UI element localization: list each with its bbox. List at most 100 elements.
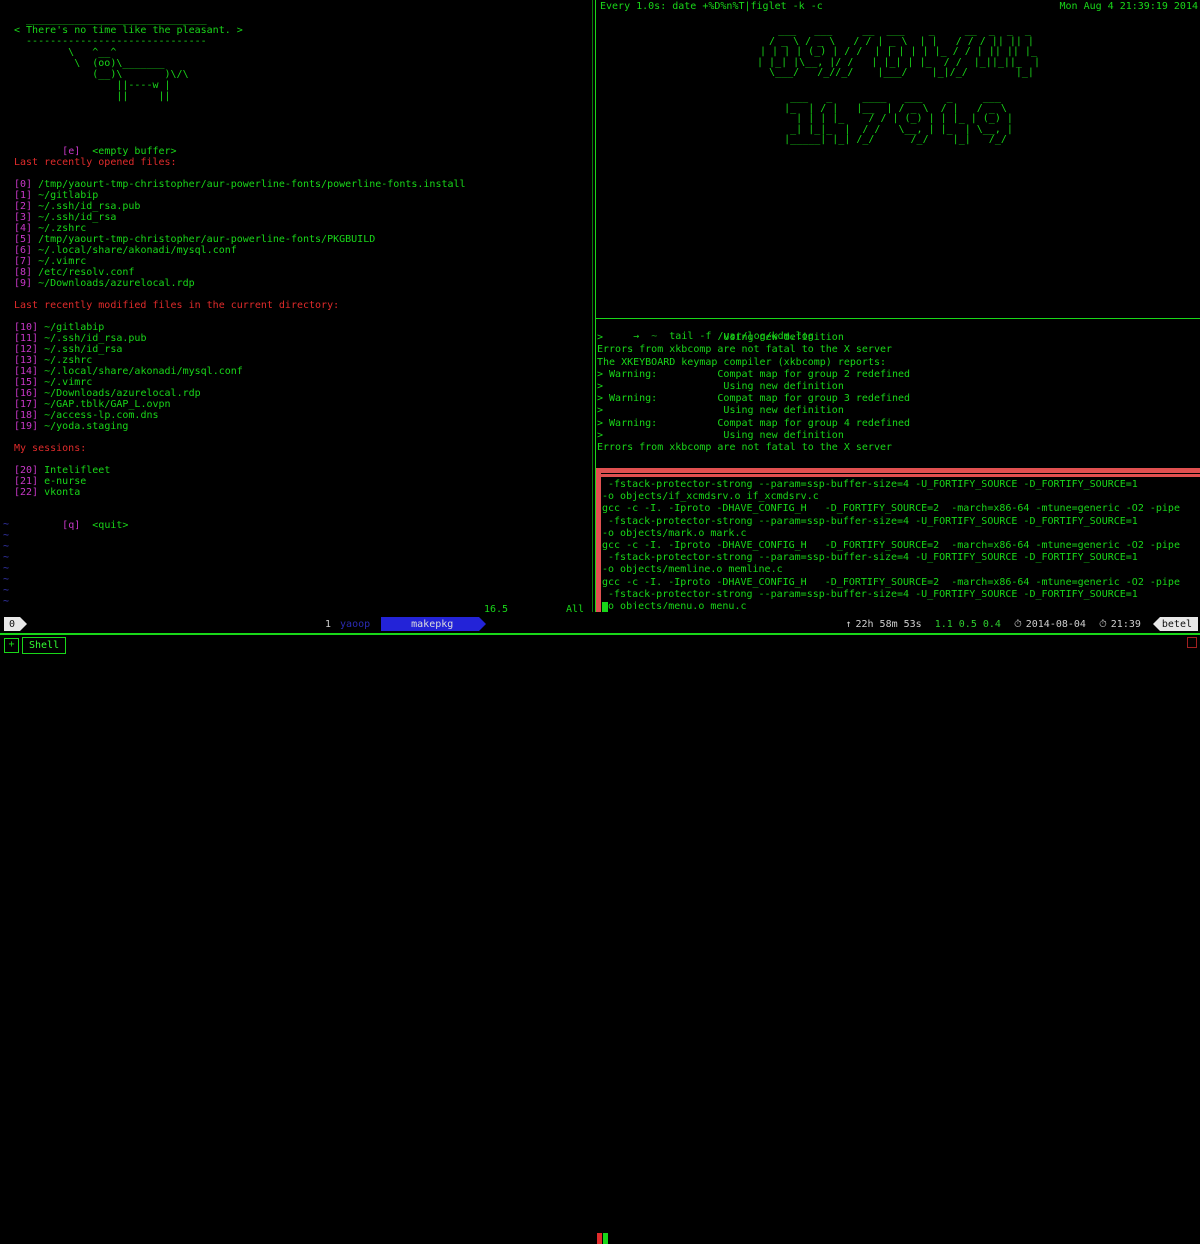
list-item[interactable]: [14] ~/.local/share/akonadi/mysql.conf [14,366,466,377]
startify-entry-quit[interactable]: [q] <quit> [14,509,466,531]
vim-startify-pane[interactable]: ______________________________ < There's… [0,0,590,612]
startify-index: [6] [14,245,33,256]
list-item[interactable]: [7] ~/.vimrc [14,256,466,267]
list-item[interactable]: [8] /etc/resolv.conf [14,267,466,278]
startify-label: <empty buffer> [92,146,177,157]
list-item[interactable]: [19] ~/yoda.staging [14,421,466,432]
tmux-pane-flags [597,1233,608,1244]
startify-path: ~/gitlabip [44,322,105,333]
cowsay-line-3: \ ^__^ [14,47,117,58]
cowsay-line-2: ------------------------------ [14,36,207,47]
startify-index: [14] [14,366,39,377]
cowsay-line-6: ||----w | [14,80,171,91]
list-item[interactable]: [20] Intelifleet [14,465,466,476]
list-item[interactable]: [9] ~/Downloads/azurelocal.rdp [14,278,466,289]
startify-path: ~/.vimrc [38,256,87,267]
tmux-window-list: 1 yaoop makepkg [325,617,487,631]
build-line: -o objects/memline.o memline.c [602,564,783,576]
startify-entry-empty-buffer[interactable]: [e] <empty buffer> [14,135,466,157]
pane-flag-red [597,1233,602,1244]
startify-path: ~/.local/share/akonadi/mysql.conf [44,366,243,377]
list-item[interactable]: [0] /tmp/yaourt-tmp-christopher/aur-powe… [14,179,466,190]
startify-content: ______________________________ < There's… [14,14,466,531]
kdm-log-pane[interactable]: → ~ tail -f /var/log/kdm.log > Using new… [597,320,1200,460]
time-value: 21:39 [1110,618,1141,630]
pane-divider-horizontal[interactable] [596,318,1200,319]
list-item[interactable]: [11] ~/.ssh/id_rsa.pub [14,333,466,344]
tab-shell[interactable]: Shell [22,637,67,654]
pane-border-left [596,468,601,612]
startify-path: /tmp/yaourt-tmp-christopher/aur-powerlin… [38,179,466,190]
tmux-session-indicator[interactable]: 0 [4,617,28,631]
figlet-time-line: |_____| |_| /_/ /_/ |_| /_/ [784,134,1013,145]
terminal-screen: ______________________________ < There's… [0,0,1200,1244]
log-line: The XKEYBOARD keymap compiler (xkbcomp) … [597,356,886,368]
recent-files-list: [0] /tmp/yaourt-tmp-christopher/aur-powe… [14,179,466,289]
startify-path: ~/.ssh/id_rsa [38,212,117,223]
uptime-indicator: ↑ 22h 58m 53s [845,619,921,630]
log-line: Errors from xkbcomp are not fatal to the… [597,441,893,453]
time-indicator: ⏱ 21:39 [1099,619,1141,630]
startify-index: [17] [14,399,39,410]
startify-index: [2] [14,201,33,212]
list-item[interactable]: [12] ~/.ssh/id_rsa [14,344,466,355]
sessions-header: My sessions: [14,443,87,454]
list-item[interactable]: [6] ~/.local/share/akonadi/mysql.conf [14,245,466,256]
list-item[interactable]: [10] ~/gitlabip [14,322,466,333]
startify-path: ~/.local/share/akonadi/mysql.conf [38,245,237,256]
log-line: > Warning: Compat map for group 2 redefi… [597,368,911,380]
build-line: -o objects/if_xcmdsrv.o if_xcmdsrv.c [602,491,819,503]
log-line: > Using new definition [597,332,844,344]
calendar-icon: ⏱ [1013,618,1022,630]
list-item[interactable]: [13] ~/.zshrc [14,355,466,366]
list-item[interactable]: [2] ~/.ssh/id_rsa.pub [14,201,466,212]
recent-files-header: Last recently opened files: [14,157,177,168]
figlet-time: ___ _ ____ ___ _ ___ |_ | / | |__ | / _ … [597,92,1200,146]
list-item[interactable]: [15] ~/.vimrc [14,377,466,388]
startify-index: [5] [14,234,33,245]
pane-flag-green [603,1233,608,1244]
list-item[interactable]: [17] ~/GAP.tblk/GAP_L.ovpn [14,399,466,410]
vim-tilde-column: ~ ~ ~ ~ ~ ~ ~ ~ [3,519,9,607]
tmux-window-active[interactable]: makepkg [381,617,480,631]
startify-index: [22] [14,487,39,498]
uptime-value: 22h 58m 53s [855,618,922,630]
tilde-marker: ~ [3,574,10,585]
hostname-label: betel [1159,617,1198,631]
startify-index: [3] [14,212,33,223]
makepkg-build-pane[interactable]: -fstack-protector-strong --param=ssp-buf… [596,468,1200,612]
tmux-window-number[interactable]: 1 [325,619,331,630]
startify-index: [11] [14,333,39,344]
tilde-marker: ~ [3,530,10,541]
scroll-indicator[interactable] [1187,637,1197,648]
startify-path: ~/.zshrc [38,223,87,234]
list-item[interactable]: [21] e-nurse [14,476,466,487]
list-item[interactable]: [18] ~/access-lp.com.dns [14,410,466,421]
startify-path: ~/yoda.staging [44,421,129,432]
sessions-list: [20] Intelifleet [21] e-nurse [22] vkont… [14,465,466,498]
startify-index: [16] [14,388,39,399]
startify-index: [0] [14,179,33,190]
list-item[interactable]: [22] vkonta [14,487,466,498]
startify-path: /tmp/yaourt-tmp-christopher/aur-powerlin… [38,234,376,245]
list-item[interactable]: [16] ~/Downloads/azurelocal.rdp [14,388,466,399]
build-line: -fstack-protector-strong --param=ssp-buf… [602,515,1138,527]
build-line: gcc -c -I. -Iproto -DHAVE_CONFIG_H -D_FO… [602,539,1180,551]
session-name: e-nurse [44,476,87,487]
tmux-window-inactive[interactable]: yaoop [340,619,370,630]
build-line: -fstack-protector-strong --param=ssp-buf… [602,479,1138,490]
list-item[interactable]: [3] ~/.ssh/id_rsa [14,212,466,223]
vim-ruler: 16,5 All [0,604,590,612]
watch-clock-pane[interactable]: Every 1.0s: date +%D%n%T|figlet -k -c Mo… [597,0,1200,316]
cowsay-line-7: || || [14,91,171,102]
tmux-window-active-wrap[interactable]: makepkg [374,617,487,631]
shell-prompt-line: → ~ tail -f /var/log/kdm.log [597,320,1200,342]
startify-index: [15] [14,377,39,388]
new-tab-button[interactable]: + [4,638,19,653]
list-item[interactable]: [1] ~/gitlabip [14,190,466,201]
list-item[interactable]: [4] ~/.zshrc [14,223,466,234]
log-line: > Warning: Compat map for group 3 redefi… [597,393,911,405]
list-item[interactable]: [5] /tmp/yaourt-tmp-christopher/aur-powe… [14,234,466,245]
session-name: Intelifleet [44,465,111,476]
konsole-tab-bar: + Shell [0,633,1200,654]
